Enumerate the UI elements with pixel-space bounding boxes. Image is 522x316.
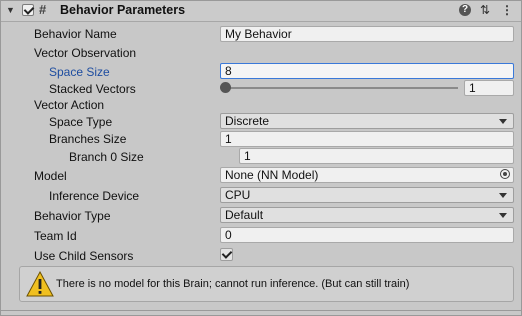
- object-picker-icon[interactable]: [500, 169, 510, 179]
- more-menu-icon[interactable]: ⋮: [500, 3, 514, 17]
- warning-triangle-icon: [26, 270, 54, 297]
- branch-0-size-label: Branch 0 Size: [69, 150, 144, 164]
- inference-device-dropdown[interactable]: CPU: [220, 187, 514, 203]
- inference-device-value: CPU: [225, 188, 251, 202]
- space-type-value: Discrete: [225, 114, 270, 128]
- branch-0-size-input[interactable]: 1: [239, 148, 514, 164]
- stacked-vectors-label: Stacked Vectors: [49, 82, 136, 96]
- team-id-input[interactable]: 0: [220, 227, 514, 243]
- model-object-field[interactable]: None (NN Model): [220, 167, 514, 183]
- behavior-parameters-panel: ▼ # Behavior Parameters ? ⇅ ⋮ Behavior N…: [0, 0, 522, 316]
- behavior-name-input[interactable]: My Behavior: [220, 26, 514, 42]
- behavior-type-label: Behavior Type: [34, 209, 111, 223]
- chevron-down-icon: [499, 213, 507, 218]
- team-id-label: Team Id: [34, 229, 77, 243]
- behavior-type-dropdown[interactable]: Default: [220, 207, 514, 223]
- branches-size-label: Branches Size: [49, 132, 127, 146]
- stacked-vectors-slider-handle[interactable]: [220, 82, 231, 93]
- warning-help-box: There is no model for this Brain; cannot…: [19, 266, 514, 302]
- hash-script-icon: #: [39, 2, 47, 17]
- space-size-label: Space Size: [49, 65, 110, 79]
- model-value: None (NN Model): [225, 168, 319, 182]
- component-enabled-checkbox[interactable]: [22, 4, 34, 16]
- behavior-type-value: Default: [225, 208, 264, 222]
- component-header[interactable]: ▼ # Behavior Parameters ? ⇅ ⋮: [1, 1, 521, 22]
- use-child-sensors-checkbox[interactable]: [220, 248, 233, 261]
- chevron-down-icon: [499, 193, 507, 198]
- space-type-label: Space Type: [49, 115, 113, 129]
- behavior-name-label: Behavior Name: [34, 27, 117, 41]
- stacked-vectors-input[interactable]: 1: [464, 80, 514, 96]
- foldout-arrow-icon[interactable]: ▼: [6, 5, 15, 15]
- vector-action-header: Vector Action: [34, 98, 105, 112]
- model-label: Model: [34, 169, 67, 183]
- chevron-down-icon: [499, 119, 507, 124]
- help-icon[interactable]: ?: [459, 4, 471, 16]
- space-size-input[interactable]: 8: [220, 63, 514, 79]
- divider: [1, 310, 521, 311]
- vector-observation-header: Vector Observation: [34, 46, 137, 60]
- inference-device-label: Inference Device: [49, 189, 140, 203]
- space-type-dropdown[interactable]: Discrete: [220, 113, 514, 129]
- branches-size-input[interactable]: 1: [220, 131, 514, 147]
- use-child-sensors-label: Use Child Sensors: [34, 249, 134, 263]
- preset-icon[interactable]: ⇅: [478, 3, 492, 17]
- component-title: Behavior Parameters: [60, 3, 186, 17]
- warning-message: There is no model for this Brain; cannot…: [56, 278, 410, 290]
- stacked-vectors-slider-track[interactable]: [226, 87, 458, 89]
